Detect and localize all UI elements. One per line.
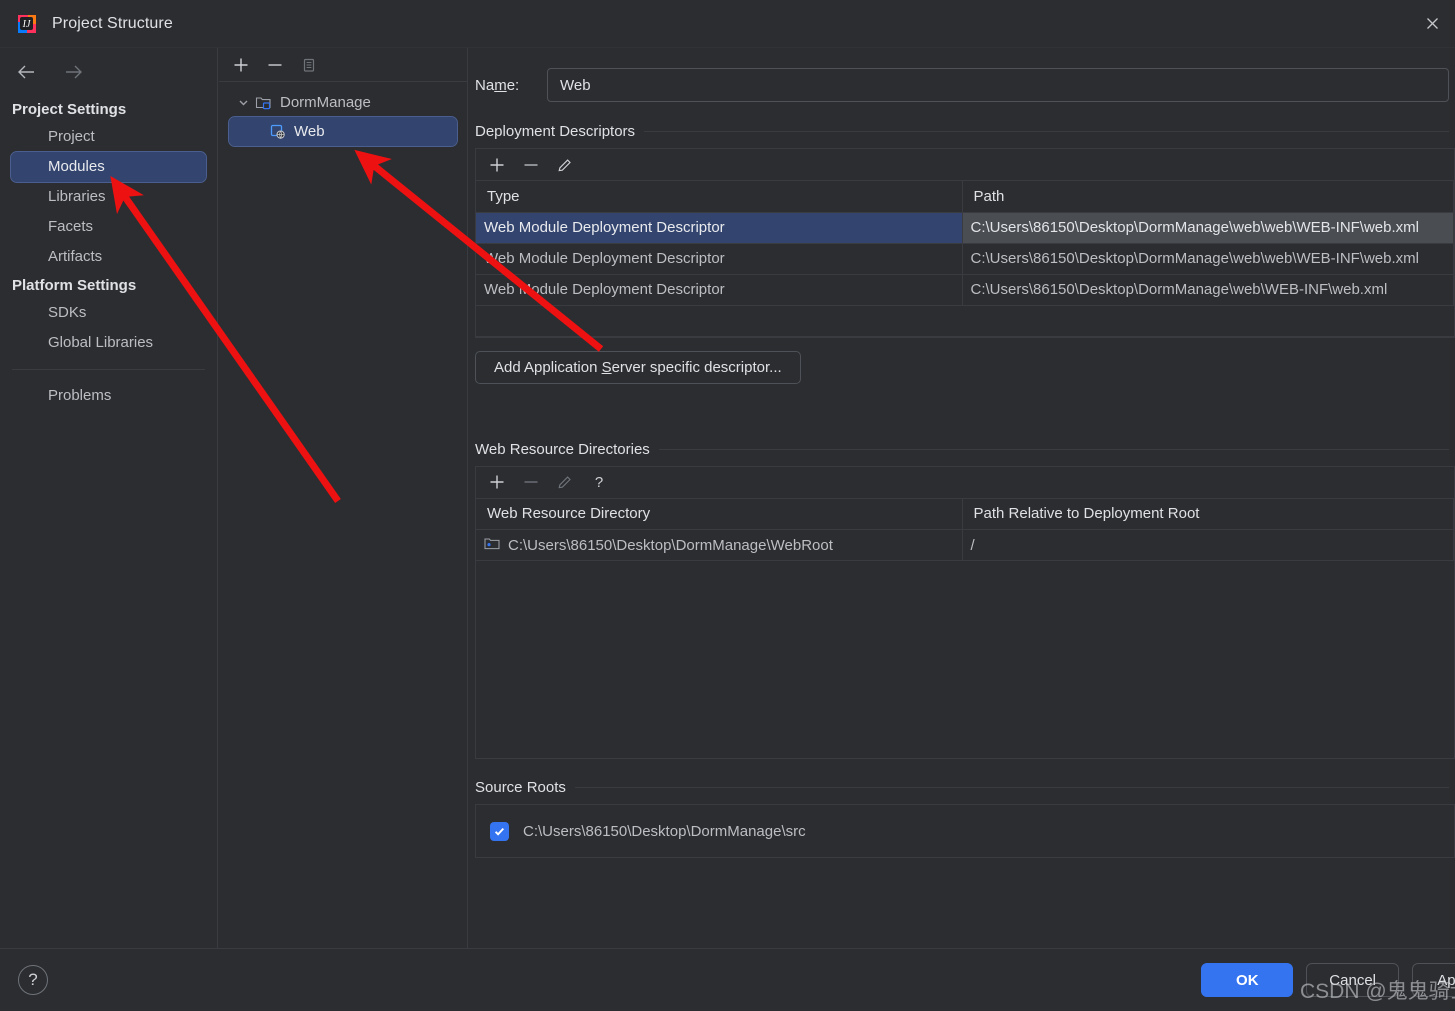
sidebar-item-artifacts[interactable]: Artifacts [11,242,206,272]
help-icon[interactable]: ? [18,965,48,995]
web-resource-directories-section-title: Web Resource Directories [475,441,1449,458]
edit-web-resource-pencil-icon [551,469,579,495]
module-tree: DormManage Web [219,82,467,147]
table-header-row: Web Resource Directory Path Relative to … [476,498,1454,530]
deployment-descriptors-table-wrap: Type Path Web Module Deployment Descript… [475,148,1455,338]
table-row[interactable]: Web Module Deployment Descriptor C:\User… [476,274,1454,306]
sidebar-item-project[interactable]: Project [11,122,206,152]
help-glyph: ? [28,970,38,989]
project-structure-dialog: IJ Project Structure Project Settings Pr… [0,0,1455,1011]
deployment-descriptors-toolbar [476,149,1454,181]
cell-text: C:\Users\86150\Desktop\DormManage\WebRoo… [508,536,833,554]
sidebar-item-problems[interactable]: Problems [11,381,206,411]
column-header-path-relative[interactable]: Path Relative to Deployment Root [962,498,1454,530]
cell-path: C:\Users\86150\Desktop\DormManage\web\we… [962,212,1454,244]
cell-path: C:\Users\86150\Desktop\DormManage\web\WE… [962,274,1454,306]
table-row[interactable]: Web Module Deployment Descriptor C:\User… [476,212,1454,244]
name-label: Name: [475,76,520,94]
cell-type: Web Module Deployment Descriptor [476,274,963,306]
remove-descriptor-button[interactable] [517,152,545,178]
module-folder-icon [253,94,273,111]
copy-module-icon [295,52,323,78]
sidebar-item-modules[interactable]: Modules [10,151,207,183]
column-header-type[interactable]: Type [476,181,963,213]
add-web-resource-button[interactable] [483,469,511,495]
name-row: Name: [475,67,1455,103]
title-bar: IJ Project Structure [0,0,1455,48]
web-resource-directories-table-wrap: ? Web Resource Directory Path Relative t… [475,465,1455,759]
section-rule [574,787,1449,788]
edit-descriptor-pencil-icon[interactable] [551,152,579,178]
table-empty-space [476,561,1454,758]
module-settings-panel: Name: Deployment Descriptors [469,48,1455,948]
cell-relative-path: / [962,529,1454,561]
section-label: Deployment Descriptors [475,123,636,140]
module-tree-toolbar [219,48,467,82]
help-web-resource-question-icon[interactable]: ? [585,469,613,495]
chevron-down-icon[interactable] [233,96,253,109]
folder-icon [484,536,500,555]
add-module-button[interactable] [227,52,255,78]
deployment-descriptors-section-title: Deployment Descriptors [475,123,1449,140]
cell-type: Web Module Deployment Descriptor [476,212,963,244]
table-row[interactable]: Web Module Deployment Descriptor C:\User… [476,243,1454,275]
cell-web-resource-directory: C:\Users\86150\Desktop\DormManage\WebRoo… [476,529,963,561]
table-row[interactable]: C:\Users\86150\Desktop\DormManage\WebRoo… [476,529,1454,561]
module-name-input[interactable] [547,68,1449,102]
window-title: Project Structure [52,14,173,32]
section-rule [658,448,1449,450]
svg-text:IJ: IJ [22,19,31,30]
source-roots-section-title: Source Roots [475,779,1449,796]
deployment-descriptors-table[interactable]: Type Path Web Module Deployment Descript… [476,181,1454,306]
source-roots-list: C:\Users\86150\Desktop\DormManage\src [475,804,1455,858]
sidebar-item-facets[interactable]: Facets [11,212,206,242]
sidebar-item-global-libraries[interactable]: Global Libraries [11,328,206,358]
close-icon[interactable] [1409,0,1455,47]
sidebar-group-header-project-settings: Project Settings [12,101,127,118]
table-header-row: Type Path [476,181,1454,213]
table-empty-space [476,306,1454,337]
section-rule [644,131,1449,132]
column-header-path[interactable]: Path [962,181,1454,213]
dialog-footer: ? OK Cancel Apply [0,948,1455,1011]
intellij-idea-icon: IJ [16,13,38,35]
ok-button[interactable]: OK [1201,963,1294,997]
remove-module-button[interactable] [261,52,289,78]
column-header-web-resource-directory[interactable]: Web Resource Directory [476,498,963,530]
settings-sidebar: Project Settings Project Modules Librari… [0,48,218,948]
source-root-path: C:\Users\86150\Desktop\DormManage\src [523,822,806,840]
web-module-icon [267,123,287,140]
module-tree-panel: DormManage Web [219,48,468,948]
source-root-checkbox[interactable] [490,821,509,841]
tree-node-label: Web [294,123,325,140]
remove-web-resource-button [517,469,545,495]
add-app-server-descriptor-button[interactable]: Add Application Server specific descript… [475,350,801,384]
cell-path: C:\Users\86150\Desktop\DormManage\web\we… [962,243,1454,275]
sidebar-group-header-platform-settings: Platform Settings [12,277,137,294]
tree-node-dormmanage[interactable]: DormManage [229,88,457,117]
web-resource-directories-toolbar: ? [476,466,1454,499]
sidebar-item-libraries[interactable]: Libraries [11,182,206,212]
forward-arrow-icon [60,59,86,85]
back-arrow-icon[interactable] [14,59,40,85]
web-resource-directories-table[interactable]: Web Resource Directory Path Relative to … [476,498,1454,561]
csdn-watermark: CSDN @鬼鬼骑士 [1300,980,1455,1003]
sidebar-item-sdks[interactable]: SDKs [11,298,206,328]
tree-node-label: DormManage [280,94,371,111]
sidebar-divider [12,369,205,370]
section-label: Source Roots [475,779,566,796]
svg-text:?: ? [595,474,603,491]
sidebar-navigation [0,48,217,96]
cell-type: Web Module Deployment Descriptor [476,243,963,275]
tree-node-web[interactable]: Web [228,116,458,147]
add-descriptor-button[interactable] [483,152,511,178]
section-label: Web Resource Directories [475,440,650,458]
